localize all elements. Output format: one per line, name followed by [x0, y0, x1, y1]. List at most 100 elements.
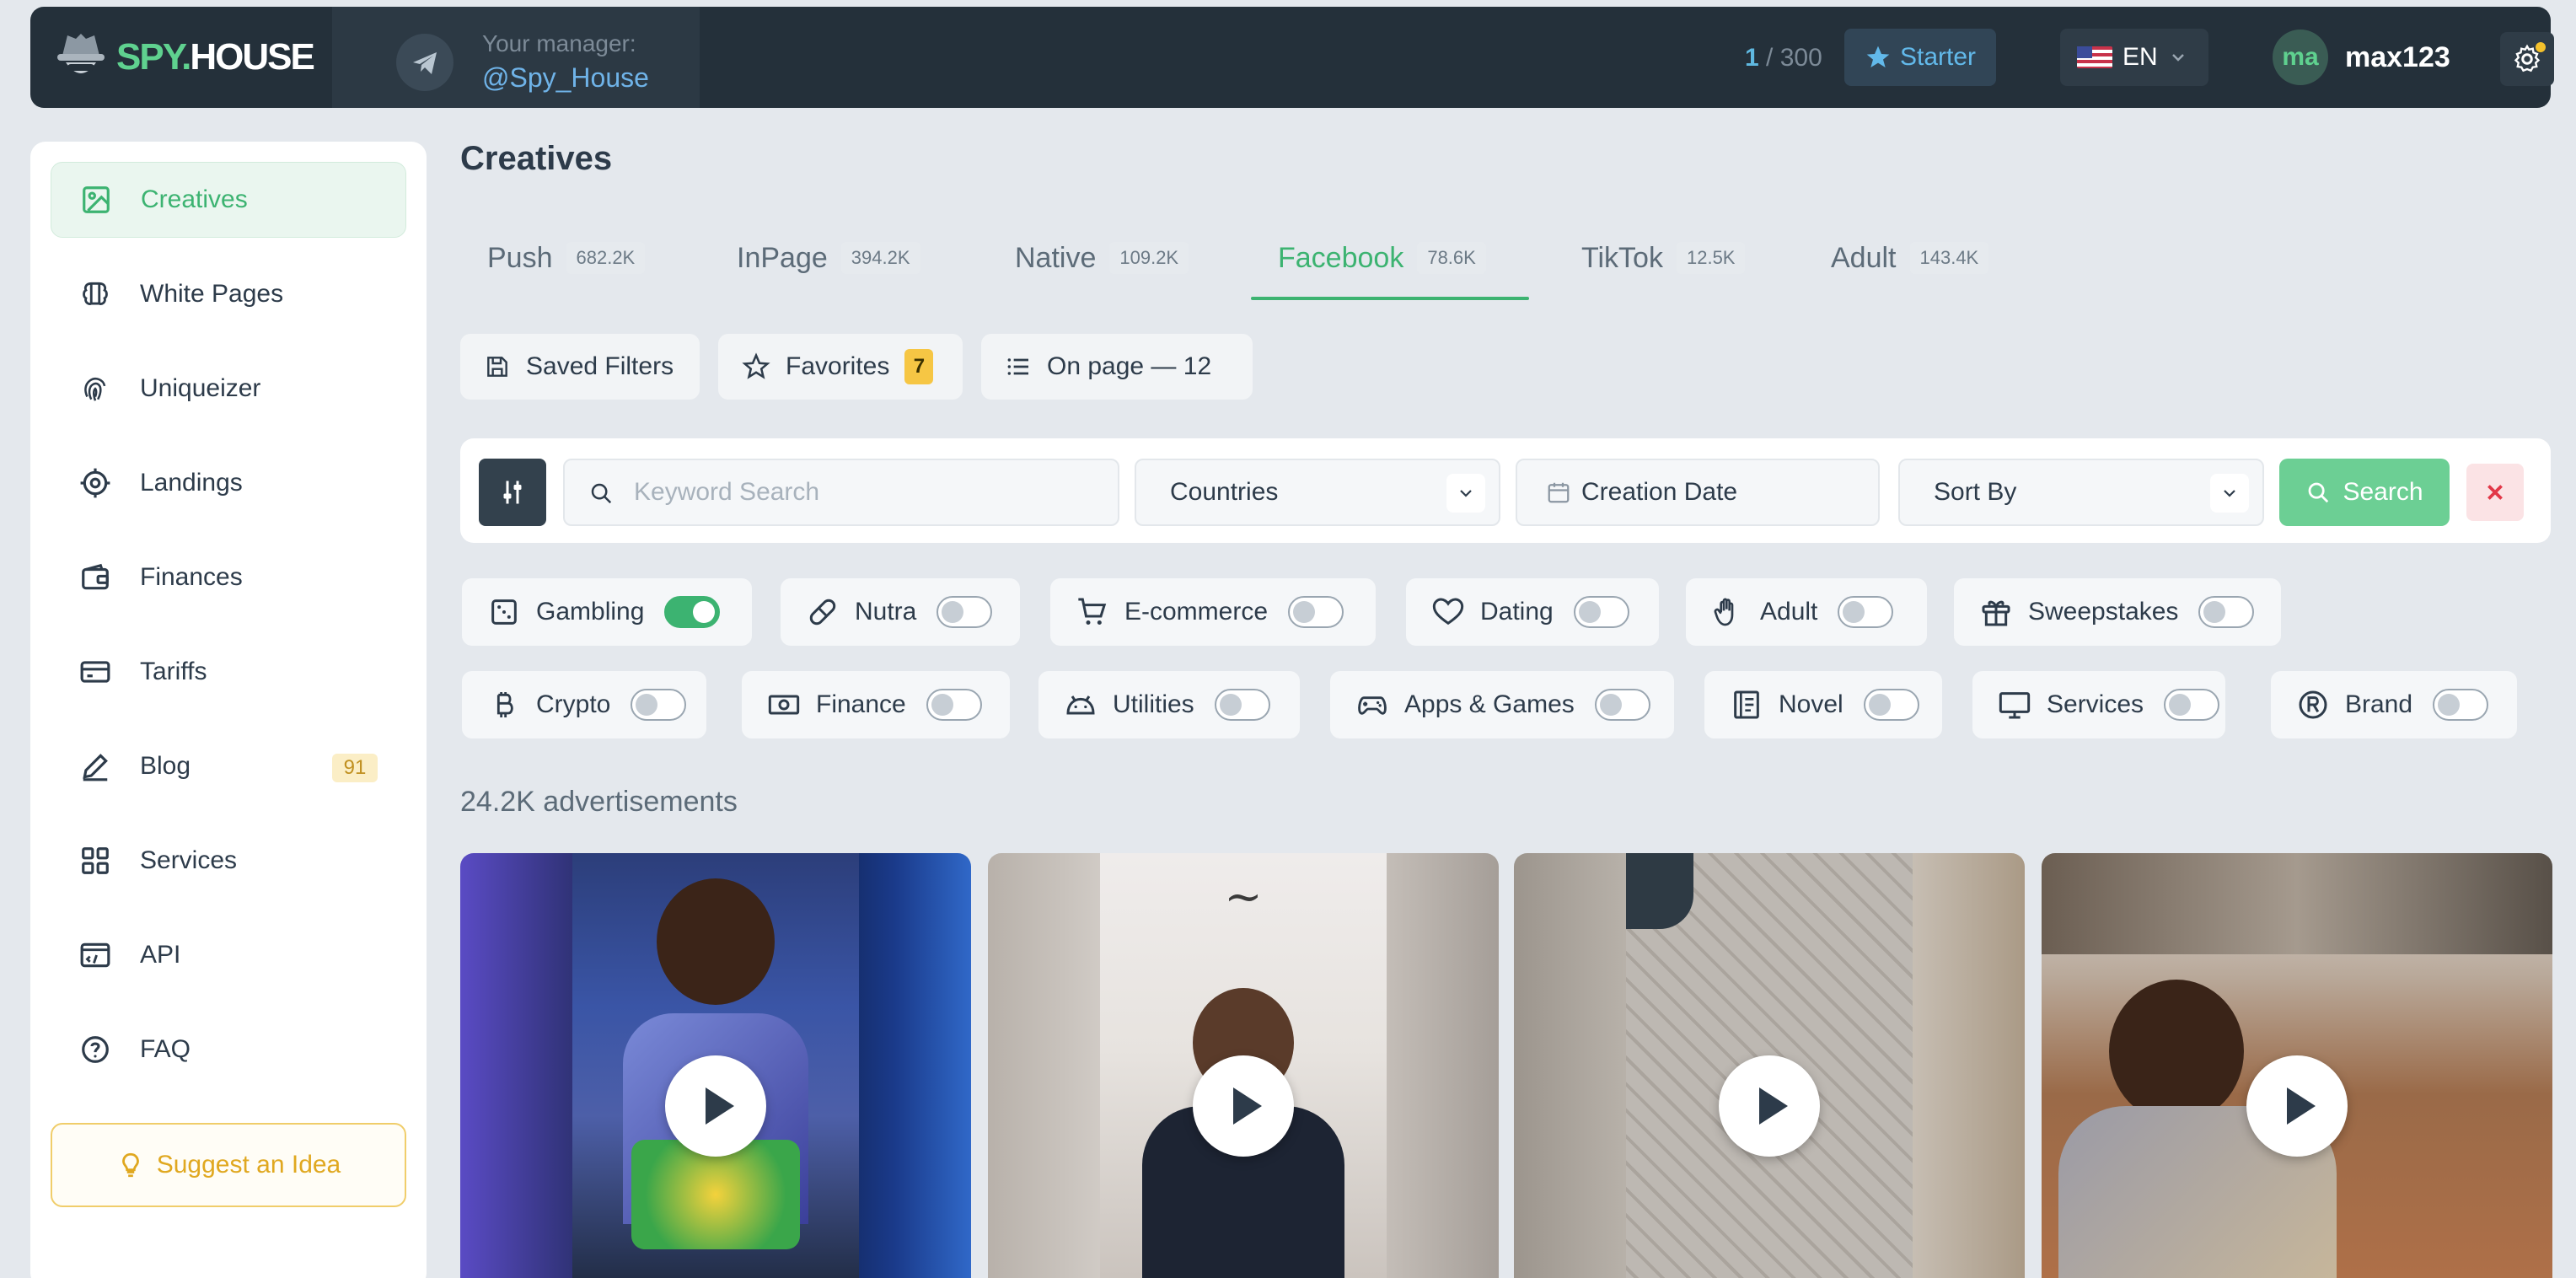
- category-toggle[interactable]: [2164, 689, 2220, 721]
- tab-count: 143.4K: [1909, 242, 1989, 274]
- creative-card[interactable]: [460, 853, 971, 1278]
- usage-counter: 1 / 300: [1745, 44, 1822, 72]
- language-selector[interactable]: EN: [2060, 29, 2208, 86]
- keyword-search-input[interactable]: Keyword Search: [563, 459, 1119, 526]
- category-sweepstakes[interactable]: Sweepstakes: [1954, 578, 2281, 646]
- plan-button[interactable]: Starter: [1844, 29, 1996, 86]
- sidebar-item-blog[interactable]: Blog 91: [51, 728, 406, 804]
- book-icon: [1734, 690, 1759, 719]
- category-toggle[interactable]: [631, 689, 687, 721]
- target-icon: [80, 468, 110, 498]
- tab-adult[interactable]: Adult 143.4K: [1831, 214, 1989, 302]
- search-label: Search: [2343, 478, 2423, 506]
- sidebar-item-label: Creatives: [141, 185, 248, 213]
- sidebar-item-creatives[interactable]: Creatives: [51, 162, 406, 238]
- sidebar-item-api[interactable]: API: [51, 917, 406, 993]
- tab-push[interactable]: Push 682.2K: [487, 214, 646, 302]
- category-adult[interactable]: Adult: [1686, 578, 1927, 646]
- countries-select[interactable]: Countries: [1135, 459, 1500, 526]
- suggest-idea-button[interactable]: Suggest an Idea: [51, 1123, 406, 1207]
- saved-filters-button[interactable]: Saved Filters: [460, 334, 700, 400]
- play-icon[interactable]: [2246, 1055, 2348, 1157]
- category-e-commerce[interactable]: E-commerce: [1050, 578, 1376, 646]
- sidebar-item-finances[interactable]: Finances: [51, 540, 406, 615]
- usage-used: 1: [1745, 44, 1759, 72]
- creation-date-picker[interactable]: Creation Date: [1516, 459, 1880, 526]
- logo[interactable]: SPY.HOUSE: [57, 27, 315, 88]
- tab-inpage[interactable]: InPage 394.2K: [737, 214, 920, 302]
- close-icon: [2487, 485, 2503, 500]
- category-dating[interactable]: Dating: [1406, 578, 1659, 646]
- banknote-icon: [768, 695, 800, 715]
- play-icon[interactable]: [1719, 1055, 1820, 1157]
- category-toggle[interactable]: [1288, 596, 1344, 628]
- sidebar-item-label: Services: [140, 846, 238, 874]
- sidebar-item-landings[interactable]: Landings: [51, 445, 406, 521]
- category-label: Sweepstakes: [2028, 598, 2179, 626]
- ads-count: 24.2K advertisements: [460, 786, 738, 818]
- tab-native[interactable]: Native 109.2K: [1015, 214, 1189, 302]
- category-nutra[interactable]: Nutra: [781, 578, 1020, 646]
- avatar: ma: [2273, 30, 2328, 85]
- heart-icon: [1432, 598, 1464, 626]
- sidebar-item-faq[interactable]: FAQ: [51, 1012, 406, 1087]
- category-toggle[interactable]: [926, 689, 982, 721]
- category-toggle[interactable]: [1863, 689, 1919, 721]
- tab-count: 12.5K: [1676, 242, 1746, 274]
- creative-card[interactable]: ~: [988, 853, 1499, 1278]
- us-flag-icon: [2077, 46, 2112, 68]
- category-services[interactable]: Services: [1972, 671, 2225, 738]
- sidebar-item-uniqueizer[interactable]: Uniqueizer: [51, 351, 406, 427]
- tab-tiktok[interactable]: TikTok 12.5K: [1581, 214, 1746, 302]
- clear-filters-button[interactable]: [2466, 464, 2524, 521]
- category-utilities[interactable]: Utilities: [1038, 671, 1300, 738]
- play-icon[interactable]: [1193, 1055, 1294, 1157]
- sort-by-select[interactable]: Sort By: [1898, 459, 2264, 526]
- creative-card[interactable]: [1514, 853, 2025, 1278]
- category-label: Apps & Games: [1404, 690, 1575, 718]
- category-toggle[interactable]: [1838, 596, 1894, 628]
- per-page-label: On page — 12: [1047, 352, 1212, 380]
- sidebar-item-services[interactable]: Services: [51, 823, 406, 899]
- settings-button[interactable]: [2500, 32, 2554, 86]
- category-crypto[interactable]: Crypto: [462, 671, 706, 738]
- category-apps-games[interactable]: Apps & Games: [1330, 671, 1674, 738]
- chevron-down-icon: [1446, 474, 1485, 513]
- category-toggle[interactable]: [1594, 689, 1650, 721]
- sidebar-item-tariffs[interactable]: Tariffs: [51, 634, 406, 710]
- category-toggle[interactable]: [664, 596, 721, 628]
- hand-icon: [1714, 598, 1734, 626]
- search-button[interactable]: Search: [2279, 459, 2450, 526]
- user-menu[interactable]: ma max123: [2273, 29, 2450, 86]
- manager-contact[interactable]: Your manager: @Spy_House: [332, 7, 700, 108]
- category-brand[interactable]: Brand: [2271, 671, 2517, 738]
- spy-hat-icon: [57, 34, 105, 73]
- category-toggle[interactable]: [2198, 596, 2255, 628]
- favorites-button[interactable]: Favorites 7: [718, 334, 963, 400]
- saved-filters-label: Saved Filters: [526, 352, 674, 380]
- chevron-down-icon: [2171, 54, 2184, 62]
- username: max123: [2345, 40, 2450, 73]
- tab-label: Push: [487, 241, 553, 274]
- category-label: Brand: [2345, 690, 2413, 718]
- filters-toggle-button[interactable]: [479, 459, 546, 526]
- manager-handle[interactable]: @Spy_House: [482, 61, 649, 94]
- category-gambling[interactable]: Gambling: [462, 578, 752, 646]
- sidebar-item-white-pages[interactable]: White Pages: [51, 256, 406, 332]
- category-toggle[interactable]: [1214, 689, 1270, 721]
- category-toggle[interactable]: [936, 596, 993, 628]
- image-icon: [83, 186, 110, 213]
- play-icon[interactable]: [665, 1055, 766, 1157]
- category-finance[interactable]: Finance: [742, 671, 1010, 738]
- per-page-selector[interactable]: On page — 12: [981, 334, 1253, 400]
- brain-icon: [83, 282, 108, 305]
- tab-facebook[interactable]: Facebook 78.6K: [1278, 214, 1486, 302]
- creation-date-label: Creation Date: [1581, 478, 1738, 506]
- filter-bar: Keyword Search Countries Creation Date S…: [460, 438, 2551, 543]
- creative-card[interactable]: [2042, 853, 2552, 1278]
- category-toggle[interactable]: [1573, 596, 1629, 628]
- category-toggle[interactable]: [2433, 689, 2489, 721]
- category-label: Dating: [1480, 598, 1554, 626]
- category-novel[interactable]: Novel: [1704, 671, 1942, 738]
- usage-limit: / 300: [1766, 44, 1822, 72]
